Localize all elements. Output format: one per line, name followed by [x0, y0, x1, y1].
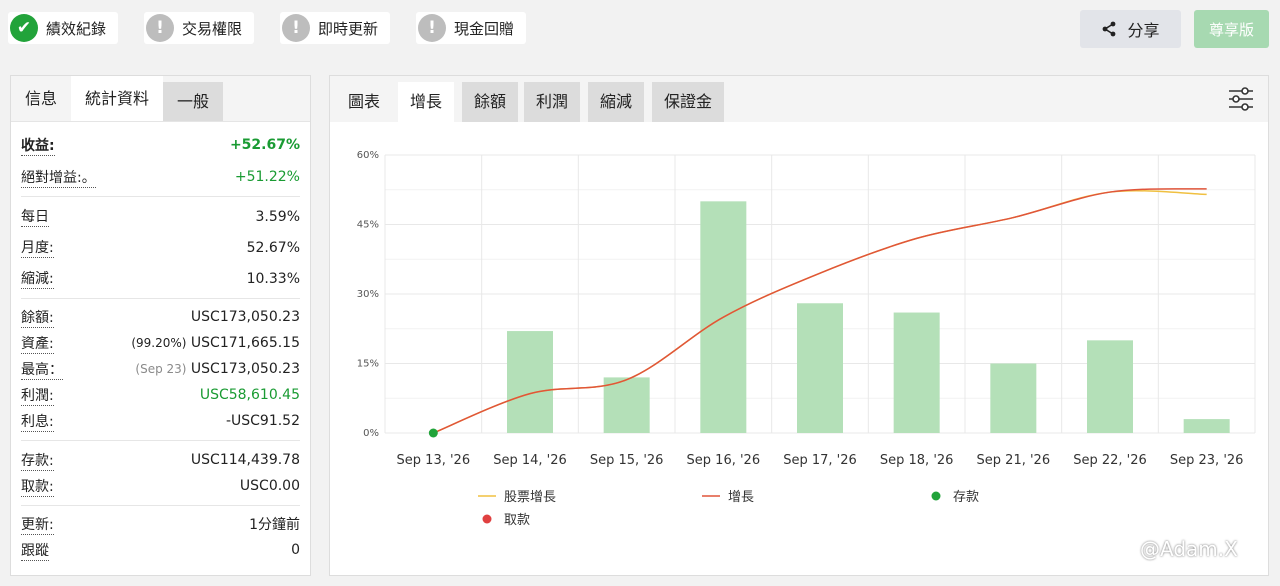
- x-tick-label: Sep 23, '26: [1170, 453, 1244, 468]
- bar: [797, 303, 843, 433]
- badge-trading-access[interactable]: ! 交易權限: [144, 12, 255, 44]
- stats-panel: 信息 統計資料 一般 收益: +52.67% 絕對增益:。 +51.22% 每日…: [10, 75, 311, 576]
- stat-gain: 收益: +52.67%: [11, 132, 310, 158]
- stat-profit: 利潤: USC58,610.45: [11, 382, 310, 408]
- badge-label: 現金回贈: [454, 19, 515, 38]
- bar: [603, 377, 650, 433]
- growth-chart: 0%15%30%45%60% Sep 13, '26 Sep 14, '26 Sep…: [357, 150, 1256, 528]
- stat-monthly: 月度: 52.67%: [11, 232, 310, 263]
- share-icon: [1103, 21, 1116, 37]
- legend-deposit-swatch: [931, 491, 941, 501]
- stat-drawdown: 縮減: 10.33%: [11, 263, 310, 294]
- badge-cashback[interactable]: ! 現金回贈: [416, 12, 527, 44]
- badge-label: 績效紀錄: [46, 19, 107, 38]
- share-label: 分享: [1127, 21, 1160, 40]
- y-tick-label: 0%: [363, 428, 379, 439]
- x-axis: Sep 13, '26 Sep 14, '26 Sep 15, '26 Sep 16,…: [397, 453, 1244, 468]
- y-tick-label: 60%: [357, 150, 379, 161]
- stats-tabs: 信息 統計資料 一般: [11, 76, 310, 122]
- badge-performance[interactable]: ✔ 績效紀錄: [8, 12, 119, 44]
- bar: [893, 312, 940, 433]
- y-tick-label: 15%: [357, 359, 379, 370]
- x-tick-label: Sep 18, '26: [880, 453, 954, 468]
- stat-withdrawals: 取款: USC0.00: [11, 473, 310, 499]
- watermark: @Adam.X: [1140, 537, 1238, 561]
- deposit-marker: [428, 428, 438, 438]
- tab-margin[interactable]: 保證金: [652, 82, 725, 122]
- tab-profit[interactable]: 利潤: [524, 82, 581, 122]
- legend-withdrawal: 取款: [504, 513, 530, 528]
- tab-growth[interactable]: 增長: [398, 82, 455, 122]
- tab-info[interactable]: 信息: [11, 76, 71, 121]
- stat-updated: 更新: 1分鐘前: [11, 511, 310, 537]
- bar: [1183, 419, 1230, 433]
- stat-balance: 餘額: USC173,050.23: [11, 304, 310, 330]
- tab-chart[interactable]: 圖表: [336, 82, 392, 122]
- x-tick-label: Sep 15, '26: [590, 453, 664, 468]
- x-tick-label: Sep 14, '26: [493, 453, 567, 468]
- premium-button[interactable]: 尊享版: [1194, 10, 1269, 48]
- stat-equity: 資產: (99.20%) USC171,665.15: [11, 330, 310, 356]
- badge-bar: ✔ 績效紀錄 ! 交易權限 ! 即時更新 ! 現金回贈: [8, 12, 527, 44]
- badge-label: 即時更新: [318, 19, 379, 38]
- tab-statistics[interactable]: 統計資料: [71, 76, 164, 121]
- stat-tracking: 跟蹤 0: [11, 537, 310, 563]
- chart-legend: 股票增長 增長 存款取款: [478, 490, 979, 528]
- legend-equity-growth: 股票增長: [504, 490, 556, 505]
- tab-general[interactable]: 一般: [163, 82, 224, 121]
- chart-tabs: 圖表 增長 餘額 利潤 縮減 保證金: [330, 76, 1268, 122]
- exclamation-icon: !: [418, 14, 447, 42]
- x-tick-label: Sep 17, '26: [783, 453, 857, 468]
- legend-deposit: 存款: [953, 490, 979, 505]
- x-tick-label: Sep 22, '26: [1073, 453, 1147, 468]
- x-tick-label: Sep 16, '26: [687, 453, 761, 468]
- settings-sliders-icon[interactable]: [1228, 87, 1254, 111]
- x-tick-label: Sep 13, '26: [397, 453, 471, 468]
- badge-label: 交易權限: [182, 19, 243, 38]
- bar: [507, 331, 553, 433]
- chart-panel: 圖表 增長 餘額 利潤 縮減 保證金 0% 15% 30% 45% 60% Sep 13…: [329, 75, 1269, 576]
- share-button[interactable]: 分享: [1080, 10, 1181, 48]
- tab-balance[interactable]: 餘額: [462, 82, 519, 122]
- stat-deposits: 存款: USC114,439.78: [11, 447, 310, 473]
- stat-interest: 利息: -USC91.52: [11, 408, 310, 434]
- y-tick-label: 30%: [357, 289, 379, 300]
- exclamation-icon: !: [282, 14, 311, 42]
- bar: [990, 363, 1037, 433]
- check-icon: ✔: [10, 14, 38, 42]
- legend-growth: 增長: [728, 490, 754, 505]
- exclamation-icon: !: [146, 14, 175, 42]
- stat-daily: 每日 3.59%: [11, 201, 310, 232]
- bar: [1087, 340, 1133, 433]
- tab-drawdown[interactable]: 縮減: [588, 82, 645, 122]
- stat-absolute-gain: 絕對增益:。 +51.22%: [11, 158, 310, 196]
- y-axis: 0% 15% 30% 45% 60%: [357, 150, 379, 439]
- x-tick-label: Sep 21, '26: [977, 453, 1051, 468]
- badge-realtime[interactable]: ! 即時更新: [280, 12, 391, 44]
- y-tick-label: 45%: [357, 220, 379, 231]
- stat-high: 最高： (Sep 23) USC173,050.23: [11, 356, 310, 382]
- legend-withdrawal-swatch: [482, 514, 492, 524]
